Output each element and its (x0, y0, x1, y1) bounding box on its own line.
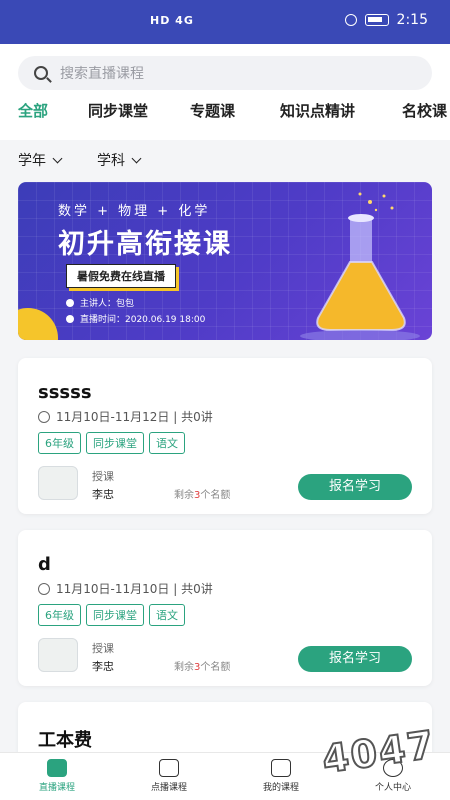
user-icon (66, 298, 74, 307)
nav-live-label: 直播课程 (38, 783, 75, 793)
status-bar: HD 4G 2:15 (0, 0, 450, 44)
type-tag: 同步课堂 (86, 604, 144, 626)
nav-vod-label: 点播课程 (150, 783, 187, 793)
course-card[interactable]: d 11月10日-11月10日 | 共0讲 6年级 同步课堂 语文 授课 李忠 … (18, 530, 432, 686)
subject-tag: 语文 (149, 604, 185, 626)
enroll-button[interactable]: 报名学习 (298, 474, 412, 500)
remain-suffix: 个名额 (200, 490, 231, 501)
enroll-button[interactable]: 报名学习 (298, 646, 412, 672)
alarm-icon (344, 14, 357, 26)
clock-icon (38, 410, 50, 423)
subject-tag: 语文 (149, 432, 185, 454)
remaining-seats: 剩余3个名额 (174, 658, 230, 673)
tab-famous-school[interactable]: 名校课 (402, 100, 447, 121)
teacher-name: 李忠 (92, 488, 114, 501)
teacher-avatar (38, 638, 78, 672)
grade-tag: 6年级 (38, 432, 81, 454)
banner-lecturer: 主讲人：包包 (66, 296, 134, 309)
tv-icon (159, 759, 179, 777)
banner-subjects: 数学 + 物理 + 化学 (58, 204, 211, 219)
video-camera-icon (47, 759, 67, 777)
tab-all[interactable]: 全部 (18, 100, 48, 121)
calendar-icon (271, 759, 291, 777)
remain-prefix: 剩余 (174, 662, 194, 673)
course-title: sssss (38, 382, 92, 403)
type-tag: 同步课堂 (86, 432, 144, 454)
clock-icon (38, 582, 50, 595)
course-tags: 6年级 同步课堂 语文 (38, 604, 185, 626)
search-icon (34, 66, 48, 80)
search-placeholder: 搜索直播课程 (60, 66, 144, 82)
subject-filter-label: 学科 (97, 153, 125, 169)
banner-live-label: 暑假免费在线直播 (66, 264, 176, 288)
tab-topic[interactable]: 专题课 (190, 100, 235, 121)
category-tabs: 全部 同步课堂 专题课 知识点精讲 名校课 (0, 98, 450, 128)
nav-my-label: 我的课程 (262, 783, 299, 793)
subject-filter[interactable]: 学科 (97, 150, 142, 170)
banner-lecturer-text: 主讲人：包包 (80, 299, 135, 309)
teach-label: 授课 (92, 470, 114, 483)
course-time-text: 11月10日-11月10日 | 共0讲 (56, 582, 213, 596)
year-filter-label: 学年 (18, 153, 46, 169)
teach-label: 授课 (92, 642, 114, 655)
grade-tag: 6年级 (38, 604, 81, 626)
remaining-seats: 剩余3个名额 (174, 486, 230, 501)
clock-time: 2:15 (396, 12, 428, 28)
nav-live-courses[interactable]: 直播课程 (12, 759, 102, 793)
nav-vod-courses[interactable]: 点播课程 (124, 759, 214, 793)
teacher-name: 李忠 (92, 660, 114, 673)
course-time-text: 11月10日-11月12日 | 共0讲 (56, 410, 213, 424)
clock-icon (66, 314, 74, 323)
search-bar[interactable]: 搜索直播课程 (18, 56, 432, 90)
banner-time-text: 直播时间：2020.06.19 18:00 (80, 315, 206, 325)
course-tags: 6年级 同步课堂 语文 (38, 432, 185, 454)
course-title: d (38, 554, 51, 575)
course-time: 11月10日-11月10日 | 共0讲 (38, 580, 213, 597)
signal-indicator: HD 4G (150, 14, 194, 27)
nav-my-courses[interactable]: 我的课程 (236, 759, 326, 793)
remain-suffix: 个名额 (200, 662, 231, 673)
teacher-avatar (38, 466, 78, 500)
battery-icon (364, 14, 389, 26)
chevron-down-icon (131, 153, 142, 164)
course-title: 工本费 (38, 730, 92, 751)
banner-title: 初升高衔接课 (58, 229, 232, 260)
remain-prefix: 剩余 (174, 490, 194, 501)
course-card[interactable]: sssss 11月10日-11月12日 | 共0讲 6年级 同步课堂 语文 授课… (18, 358, 432, 514)
banner-time: 直播时间：2020.06.19 18:00 (66, 312, 205, 325)
promo-banner[interactable]: 数学 + 物理 + 化学 初升高衔接课 暑假免费在线直播 主讲人：包包 直播时间… (18, 182, 432, 340)
chevron-down-icon (52, 153, 63, 164)
course-time: 11月10日-11月12日 | 共0讲 (38, 408, 213, 425)
tab-knowledge[interactable]: 知识点精讲 (280, 100, 355, 121)
year-filter[interactable]: 学年 (18, 150, 63, 170)
nav-profile-label: 个人中心 (374, 783, 411, 793)
tab-sync-class[interactable]: 同步课堂 (88, 100, 148, 121)
flask-illustration (300, 192, 420, 340)
filter-bar: 学年 学科 (18, 150, 142, 170)
